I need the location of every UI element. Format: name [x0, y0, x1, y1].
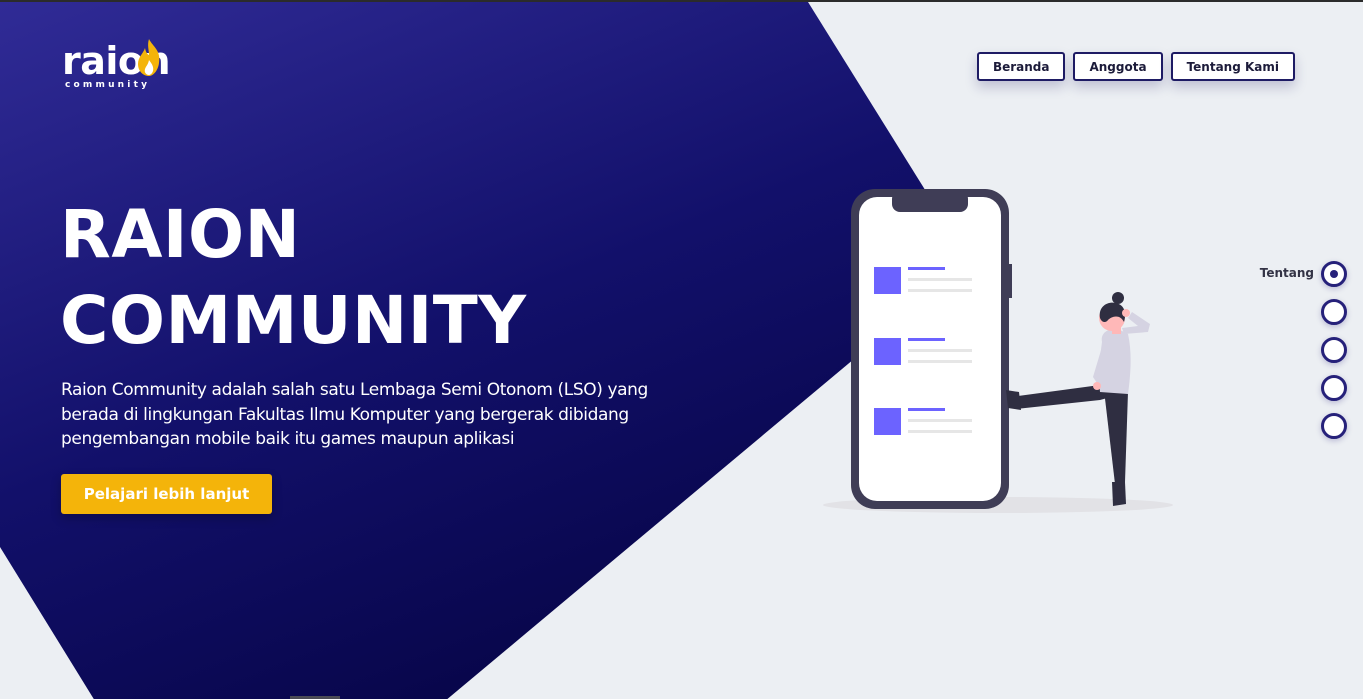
side-nav-dot-3[interactable]: [1321, 337, 1347, 363]
phone-person-illustration: [823, 189, 1173, 513]
side-nav-dot-4[interactable]: [1321, 375, 1347, 401]
side-nav-dot-5[interactable]: [1321, 413, 1347, 439]
side-nav-dot-2[interactable]: [1321, 299, 1347, 325]
nav-anggota-button[interactable]: Anggota: [1073, 52, 1163, 81]
hero-title-line2: COMMUNITY: [60, 282, 527, 359]
side-nav-active-label: Tentang: [1259, 266, 1314, 280]
logo-subtitle: community: [65, 80, 151, 90]
raion-logo[interactable]: raion community: [62, 38, 192, 94]
hero-title-line1: RAION: [60, 196, 301, 273]
nav-tentang-kami-button[interactable]: Tentang Kami: [1170, 52, 1295, 81]
hero-description-line2: berada di lingkungan Fakultas Ilmu Kompu…: [61, 404, 629, 425]
side-nav-dot-1[interactable]: [1321, 261, 1347, 287]
hero-title: RAION COMMUNITY: [60, 192, 527, 364]
learn-more-button[interactable]: Pelajari lebih lanjut: [61, 474, 272, 514]
side-nav: [1321, 261, 1347, 439]
hero-description: Raion Community adalah salah satu Lembag…: [61, 378, 661, 452]
top-nav: Beranda Anggota Tentang Kami: [976, 52, 1295, 81]
flame-icon: [138, 39, 160, 76]
page: raion community Beranda Anggota Tentang …: [0, 0, 1363, 699]
nav-beranda-button[interactable]: Beranda: [976, 52, 1066, 81]
hero-description-line1: Raion Community adalah salah satu Lembag…: [61, 380, 648, 400]
hero-description-line3: pengembangan mobile baik itu games maupu…: [61, 429, 515, 449]
